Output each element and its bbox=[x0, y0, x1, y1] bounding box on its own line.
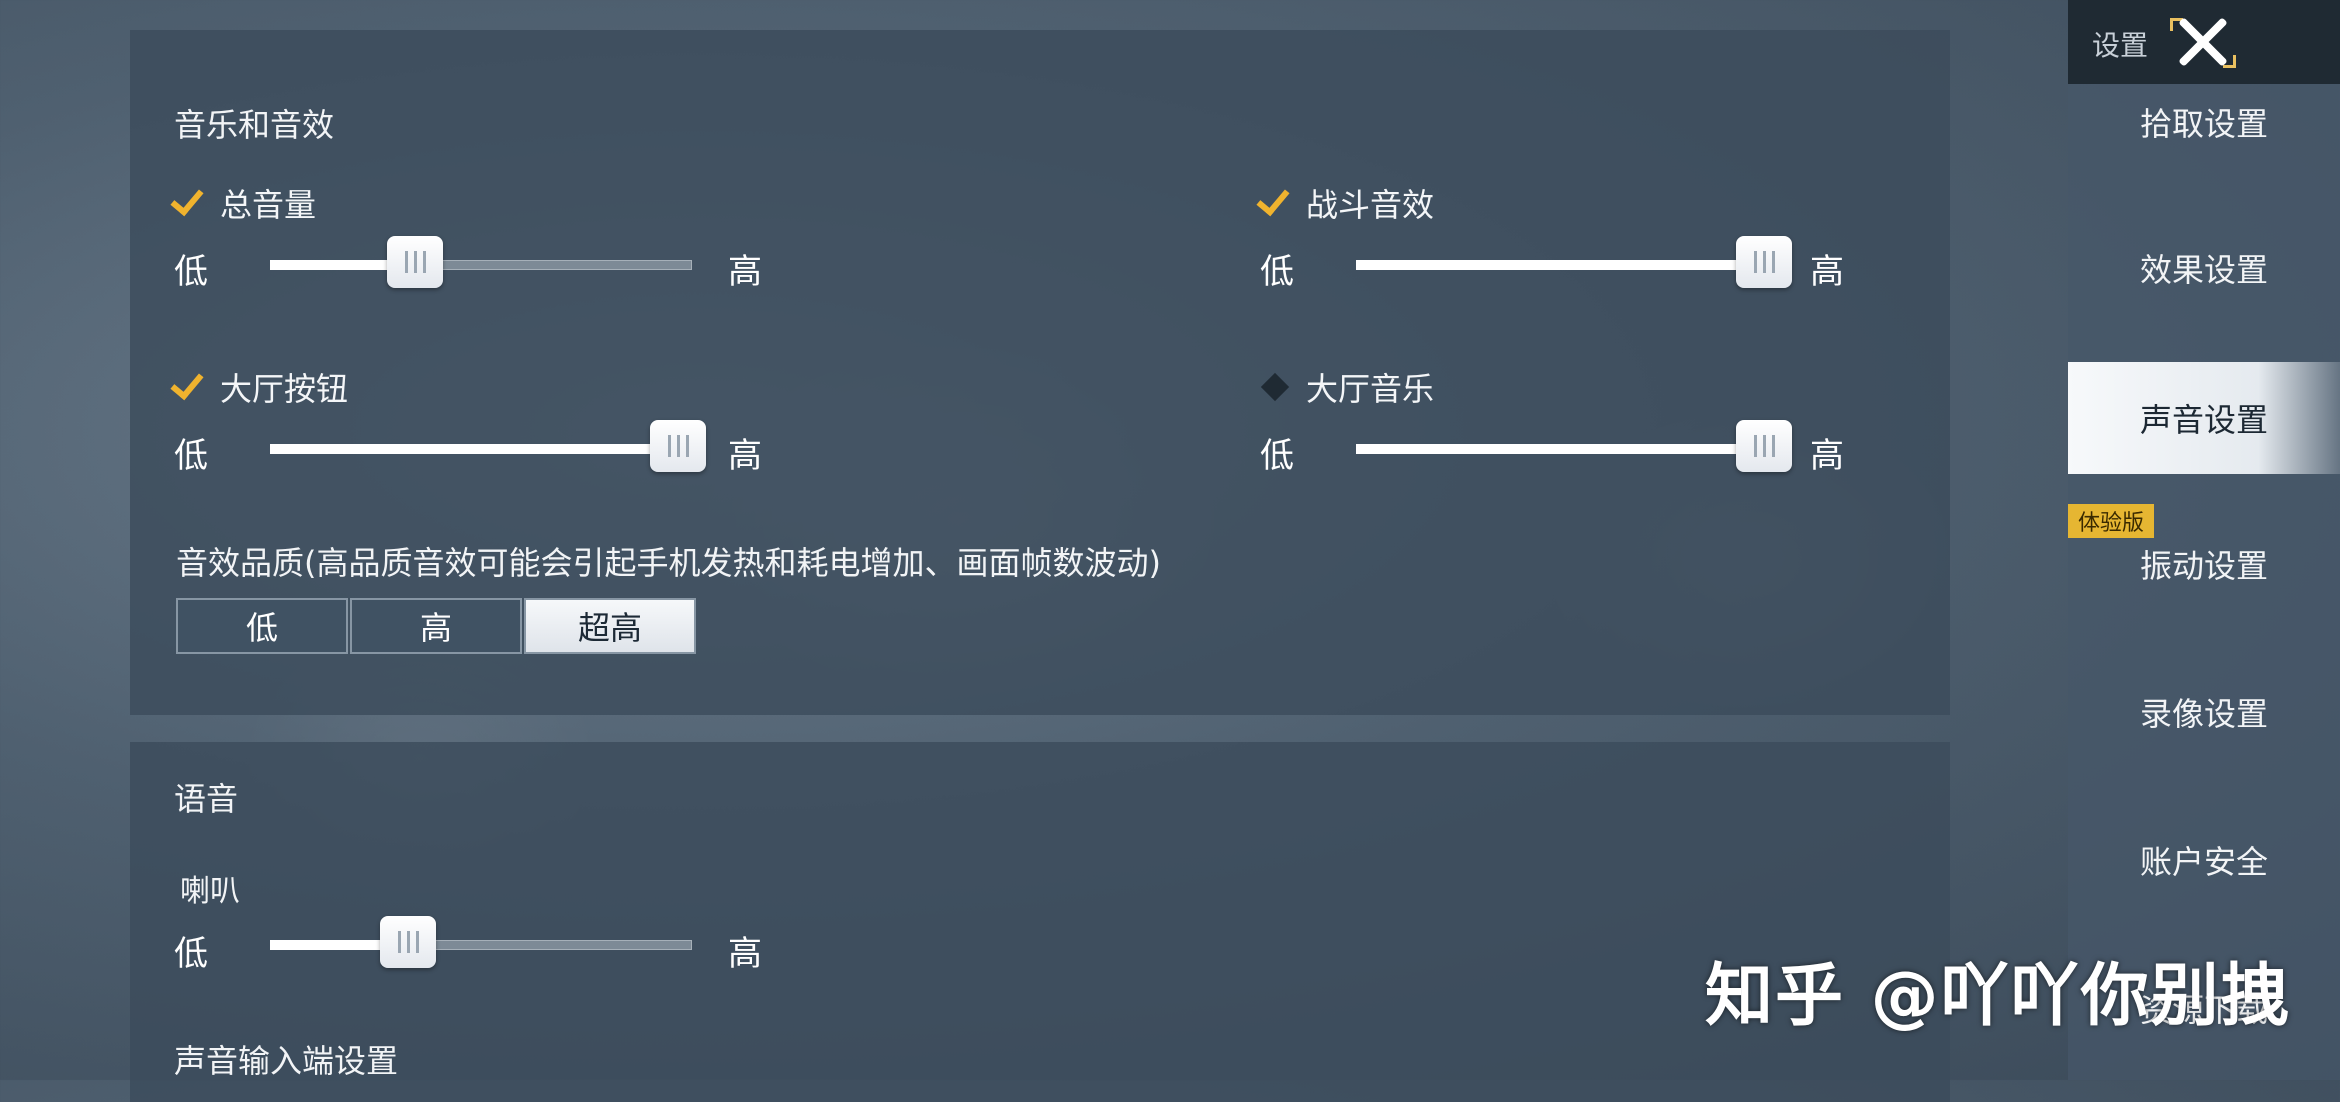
input-settings-title: 声音输入端设置 bbox=[174, 1042, 399, 1080]
combat-sound-high: 高 bbox=[1810, 252, 1844, 292]
master-volume-high: 高 bbox=[728, 252, 762, 292]
slider-fill bbox=[1356, 260, 1764, 270]
sound-quality-selector: 低 高 超高 bbox=[176, 598, 698, 654]
checked-icon bbox=[1256, 181, 1292, 220]
lobby-button-label: 大厅按钮 bbox=[220, 370, 349, 408]
slider-knob[interactable] bbox=[650, 420, 706, 472]
section-title-audio: 音乐和音效 bbox=[174, 106, 335, 144]
unchecked-icon bbox=[1258, 370, 1292, 404]
lobby-music-label: 大厅音乐 bbox=[1306, 370, 1435, 408]
lobby-button-low: 低 bbox=[174, 436, 208, 476]
section-title-voice: 语音 bbox=[174, 780, 239, 818]
quality-option-high[interactable]: 高 bbox=[350, 598, 522, 654]
lobby-button-toggle[interactable]: 大厅按钮 bbox=[170, 364, 349, 410]
checked-icon bbox=[170, 365, 206, 404]
slider-fill bbox=[1356, 444, 1764, 454]
master-volume-low: 低 bbox=[174, 252, 208, 292]
speaker-low: 低 bbox=[174, 934, 208, 974]
master-volume-label: 总音量 bbox=[220, 186, 317, 224]
quality-option-ultra[interactable]: 超高 bbox=[524, 598, 696, 654]
voice-panel: 语音 喇叭 低 高 声音输入端设置 bbox=[130, 742, 1950, 1102]
lobby-music-low: 低 bbox=[1260, 436, 1294, 476]
slider-fill bbox=[270, 444, 678, 454]
slider-knob[interactable] bbox=[1736, 236, 1792, 288]
lobby-music-high: 高 bbox=[1810, 436, 1844, 476]
master-volume-slider[interactable] bbox=[270, 234, 692, 294]
combat-sound-slider[interactable] bbox=[1356, 234, 1792, 294]
watermark: 知乎 @吖吖你别拽 bbox=[1705, 957, 2291, 1036]
checked-icon bbox=[170, 181, 206, 220]
sidebar-item-recording[interactable]: 录像设置 bbox=[2068, 656, 2340, 768]
quality-option-low[interactable]: 低 bbox=[176, 598, 348, 654]
speaker-label: 喇叭 bbox=[180, 874, 240, 909]
sidebar-title: 设置 bbox=[2092, 29, 2149, 62]
sidebar-item-effects[interactable]: 效果设置 bbox=[2068, 212, 2340, 324]
sidebar-item-account[interactable]: 账户安全 bbox=[2068, 804, 2340, 916]
slider-knob[interactable] bbox=[387, 236, 443, 288]
sidebar-item-pickup[interactable]: 拾取设置 bbox=[2068, 66, 2340, 178]
lobby-music-slider[interactable] bbox=[1356, 418, 1792, 478]
slider-knob[interactable] bbox=[1736, 420, 1792, 472]
slider-knob[interactable] bbox=[380, 916, 436, 968]
settings-sidebar: 设置 拾取设置 效果设置 声音设置 振动设置 录像设置 账户安全 资源下载 bbox=[2068, 0, 2340, 1080]
sound-quality-note: 音效品质(高品质音效可能会引起手机发热和耗电增加、画面帧数波动) bbox=[176, 544, 1161, 582]
lobby-music-toggle[interactable]: 大厅音乐 bbox=[1258, 364, 1434, 410]
combat-sound-low: 低 bbox=[1260, 252, 1294, 292]
master-volume-toggle[interactable]: 总音量 bbox=[170, 180, 317, 226]
close-button[interactable] bbox=[2168, 10, 2238, 74]
trial-badge: 体验版 bbox=[2068, 504, 2155, 538]
combat-sound-toggle[interactable]: 战斗音效 bbox=[1256, 180, 1435, 226]
lobby-button-high: 高 bbox=[728, 436, 762, 476]
lobby-button-slider[interactable] bbox=[270, 418, 706, 478]
speaker-high: 高 bbox=[728, 934, 762, 974]
audio-panel: 音乐和音效 总音量 低 高 战斗音效 低 高 大厅按钮 低 高 大厅音乐 低 高… bbox=[130, 30, 1950, 715]
sidebar-item-sound[interactable]: 声音设置 bbox=[2068, 362, 2340, 474]
speaker-volume-slider[interactable] bbox=[270, 914, 692, 974]
combat-sound-label: 战斗音效 bbox=[1306, 186, 1435, 224]
